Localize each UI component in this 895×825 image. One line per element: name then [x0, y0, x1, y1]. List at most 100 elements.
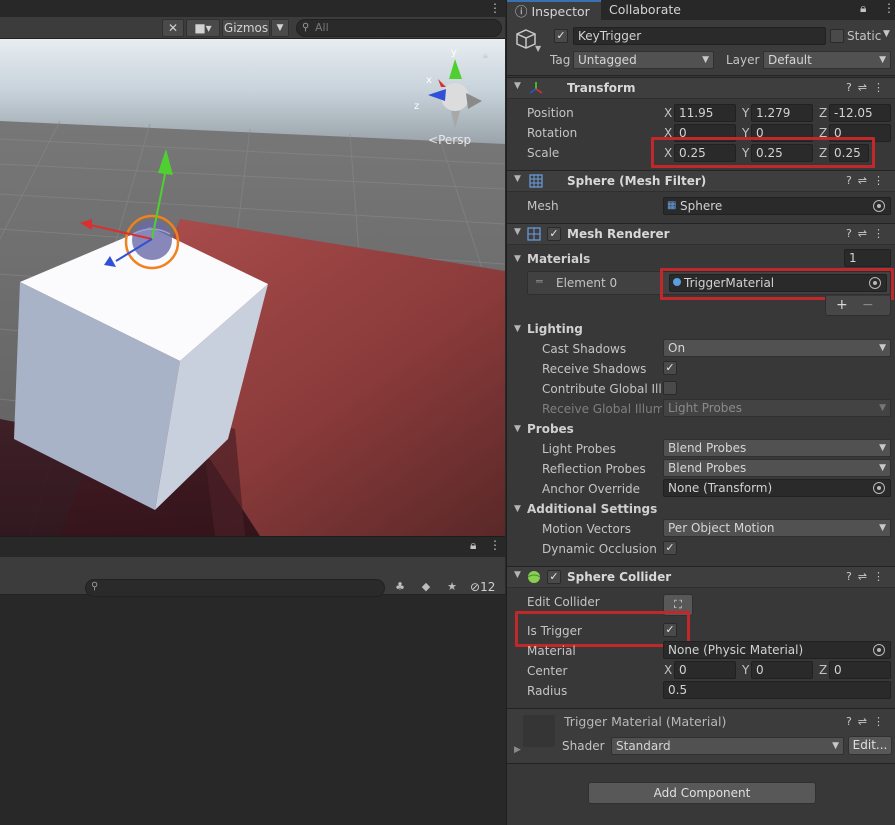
scale-x-field[interactable]: 0.25 [674, 144, 736, 162]
scene-more-menu-icon[interactable]: ⋮ [489, 1, 501, 15]
tag-dropdown[interactable]: Untagged ▼ [573, 51, 714, 69]
mesh-filter-grid-icon [529, 174, 543, 188]
component-controls-icon[interactable]: ?⇌⋮ [846, 173, 890, 189]
hidden-count-badge[interactable]: ⊘12 [470, 579, 495, 595]
lighting-foldout-icon[interactable]: ▼ [514, 324, 521, 334]
gizmos-dropdown-icon[interactable]: ▼ [271, 19, 289, 37]
rotation-label: Rotation [527, 126, 578, 140]
hierarchy-lock-icon[interactable]: 🔒︎ [470, 538, 476, 553]
sphere-collider-header[interactable]: ▼ ✓ Sphere Collider ?⇌⋮ [507, 566, 895, 588]
receive-shadows-checkbox[interactable]: ✓ [663, 361, 677, 375]
foldout-arrow-icon[interactable]: ▼ [514, 570, 521, 580]
static-dropdown-caret-icon[interactable]: ▼ [883, 29, 890, 39]
mesh-object-field[interactable]: ▦ Sphere [663, 197, 891, 215]
cast-shadows-dropdown[interactable]: On ▼ [663, 339, 891, 357]
reflection-probes-dropdown[interactable]: Blend Probes ▼ [663, 459, 891, 477]
rotation-y-field[interactable]: 0 [751, 124, 813, 142]
persp-label[interactable]: <Persp [428, 133, 471, 147]
rotation-z-field[interactable]: 0 [829, 124, 891, 142]
label-filter-icon[interactable]: ◆ [416, 579, 436, 595]
materials-foldout-icon[interactable]: ▼ [514, 254, 521, 264]
anchor-override-value: None (Transform) [668, 481, 773, 495]
foldout-arrow-icon[interactable]: ▼ [514, 227, 521, 237]
static-checkbox[interactable] [830, 29, 844, 43]
tab-inspector[interactable]: ⓘ Inspector [507, 0, 601, 20]
tools-icon[interactable]: ✕ [162, 19, 184, 37]
probes-foldout-icon[interactable]: ▼ [514, 424, 521, 434]
gameobject-name-field[interactable]: KeyTrigger [573, 27, 826, 45]
edit-collider-button[interactable]: ⛶ [663, 594, 693, 616]
drag-handle-icon[interactable]: ═ [536, 275, 543, 288]
additional-settings-foldout-icon[interactable]: ▼ [514, 504, 521, 514]
component-controls-icon[interactable]: ?⇌⋮ [846, 226, 890, 242]
center-x-field[interactable]: 0 [674, 661, 736, 679]
favorite-star-icon[interactable]: ★ [442, 579, 462, 595]
scale-z-axis-label: Z [819, 146, 828, 160]
rotation-x-field[interactable]: 0 [674, 124, 736, 142]
foldout-arrow-icon[interactable]: ▼ [514, 81, 521, 91]
tab-collaborate[interactable]: Collaborate [601, 0, 701, 20]
list-add-button[interactable]: + [836, 296, 848, 314]
gizmos-button[interactable]: Gizmos [222, 19, 270, 37]
radius-label: Radius [527, 684, 568, 698]
anchor-override-field[interactable]: None (Transform) [663, 479, 891, 497]
position-x-field[interactable]: 11.95 [674, 104, 736, 122]
icon-dropdown-caret-icon[interactable]: ▼ [535, 44, 541, 53]
material-controls-icon[interactable]: ?⇌⋮ [846, 714, 890, 730]
position-z-field[interactable]: -12.05 [829, 104, 891, 122]
center-z-field[interactable]: 0 [829, 661, 891, 679]
radius-field[interactable]: 0.5 [663, 681, 891, 699]
scene-search-input[interactable]: ⚲ All [296, 19, 502, 37]
light-probes-dropdown[interactable]: Blend Probes ▼ [663, 439, 891, 457]
scene-viewport[interactable]: x z y 🔒︎ <Persp [0, 39, 505, 536]
dynamic-occlusion-checkbox[interactable]: ✓ [663, 541, 677, 555]
scale-y-field[interactable]: 0.25 [751, 144, 813, 162]
edit-shader-button[interactable]: Edit... [848, 736, 892, 755]
component-controls-icon[interactable]: ?⇌⋮ [846, 80, 890, 96]
materials-count-field[interactable]: 1 [844, 249, 891, 267]
inspector-more-menu-icon[interactable]: ⋮ [883, 1, 895, 15]
gameobject-active-checkbox[interactable]: ✓ [554, 29, 568, 43]
inspector-lock-icon[interactable]: 🔒︎ [860, 1, 866, 16]
anchor-override-label: Anchor Override [542, 482, 641, 496]
scale-z-field[interactable]: 0.25 [829, 144, 869, 162]
material-foldout-icon[interactable]: ▶ [514, 745, 521, 755]
transform-header[interactable]: ▼ Transform ?⇌⋮ [507, 77, 895, 99]
receive-gi-value: Light Probes [668, 401, 743, 415]
shader-dropdown[interactable]: Standard ▼ [611, 737, 844, 755]
hierarchy-more-menu-icon[interactable]: ⋮ [489, 538, 501, 552]
transform-axes-icon [529, 82, 543, 94]
chevron-down-icon: ▼ [879, 463, 886, 473]
is-trigger-checkbox[interactable]: ✓ [663, 623, 677, 637]
position-y-field[interactable]: 1.279 [751, 104, 813, 122]
add-component-button[interactable]: Add Component [588, 782, 816, 804]
center-y-field[interactable]: 0 [751, 661, 813, 679]
motion-vectors-dropdown[interactable]: Per Object Motion ▼ [663, 519, 891, 537]
object-picker-icon[interactable] [873, 200, 885, 212]
light-probes-value: Blend Probes [668, 441, 747, 455]
element-0-material-field[interactable]: TriggerMaterial [669, 274, 887, 292]
component-controls-icon[interactable]: ?⇌⋮ [846, 569, 890, 585]
mesh-filter-header[interactable]: ▼ Sphere (Mesh Filter) ?⇌⋮ [507, 170, 895, 192]
object-picker-icon[interactable] [873, 482, 885, 494]
type-filter-icon[interactable]: ♣ [390, 579, 410, 595]
list-remove-button[interactable]: − [862, 296, 874, 314]
sphere-collider-enabled-checkbox[interactable]: ✓ [547, 570, 561, 584]
receive-gi-label: Receive Global Illumi [542, 402, 662, 416]
mesh-label: Mesh [527, 199, 559, 213]
camera-dropdown-icon[interactable]: ■▾ [186, 19, 220, 37]
cast-shadows-value: On [668, 341, 686, 355]
scene-lock-icon[interactable]: 🔒︎ [483, 51, 493, 61]
contribute-gi-label: Contribute Global Illumi [542, 382, 662, 396]
mesh-renderer-enabled-checkbox[interactable]: ✓ [547, 227, 561, 241]
contribute-gi-checkbox[interactable] [663, 381, 677, 395]
object-picker-icon[interactable] [873, 644, 885, 656]
is-trigger-label: Is Trigger [527, 624, 582, 638]
foldout-arrow-icon[interactable]: ▼ [514, 174, 521, 184]
hierarchy-search-input[interactable]: ⚲ [85, 579, 385, 597]
svg-text:z: z [414, 101, 419, 112]
layer-dropdown[interactable]: Default ▼ [763, 51, 891, 69]
mesh-renderer-header[interactable]: ▼ ✓ Mesh Renderer ?⇌⋮ [507, 223, 895, 245]
collider-material-field[interactable]: None (Physic Material) [663, 641, 891, 659]
object-picker-icon[interactable] [869, 277, 881, 289]
